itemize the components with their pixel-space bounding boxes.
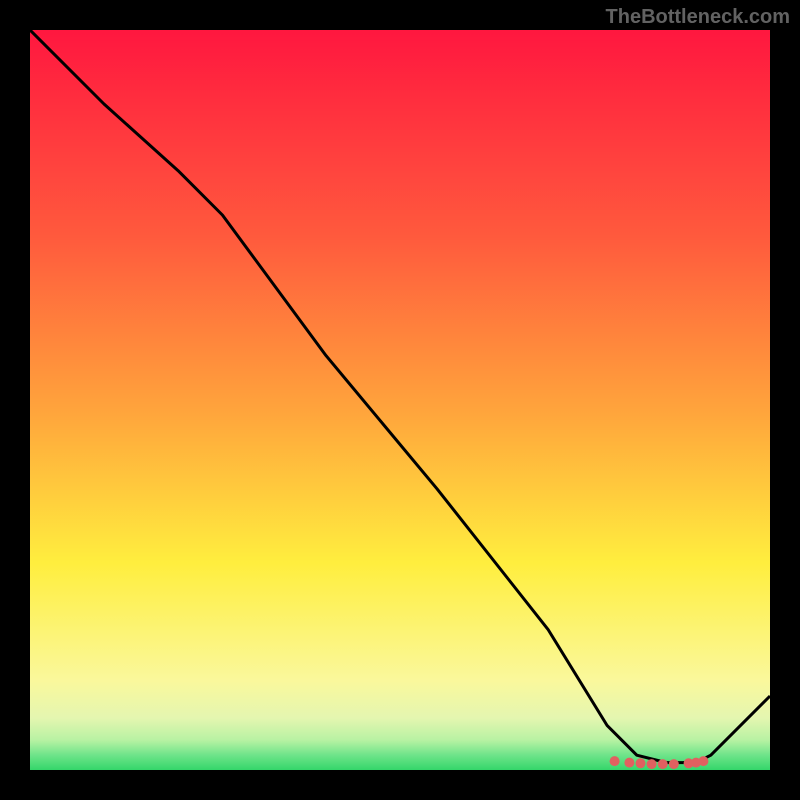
bottleneck-curve (30, 30, 770, 763)
optimal-marker (610, 756, 620, 766)
optimal-marker (658, 759, 668, 769)
chart-overlay (30, 30, 770, 770)
optimal-marker (636, 758, 646, 768)
chart-plot-area (30, 30, 770, 770)
optimal-marker (624, 758, 634, 768)
optimal-marker (698, 756, 708, 766)
optimal-marker (669, 759, 679, 769)
attribution-text: TheBottleneck.com (606, 6, 790, 29)
optimal-marker (647, 759, 657, 769)
